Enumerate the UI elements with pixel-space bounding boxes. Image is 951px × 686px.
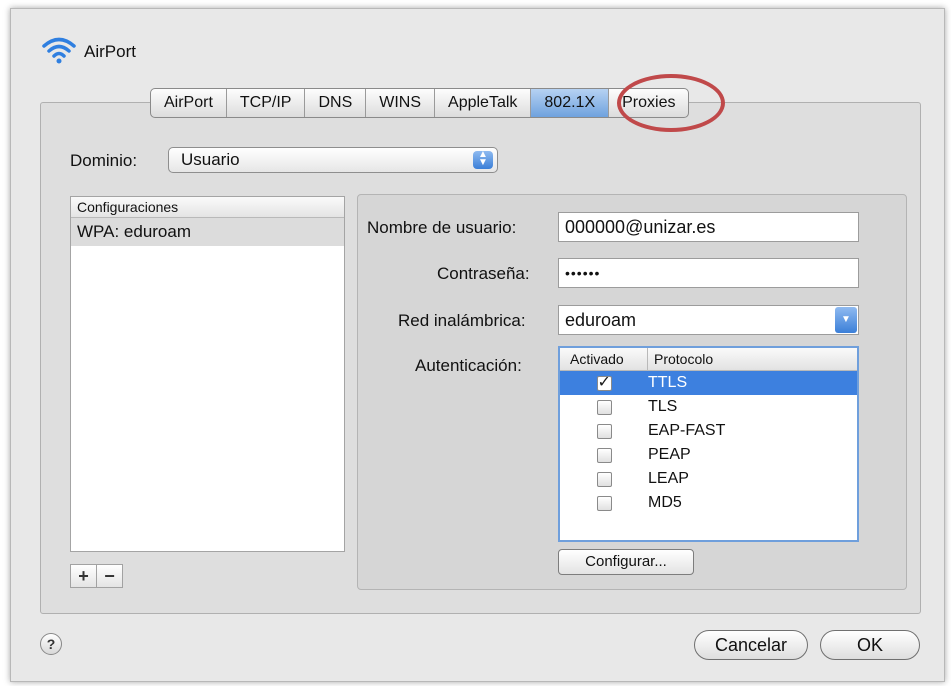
password-label: Contraseña:: [437, 264, 530, 283]
auth-label: Autenticación:: [415, 356, 522, 375]
tab-proxies[interactable]: Proxies: [609, 89, 688, 117]
auth-table-header: Activado Protocolo: [560, 348, 857, 371]
checkbox[interactable]: [596, 399, 612, 415]
checkbox[interactable]: [596, 423, 612, 439]
cancel-button[interactable]: Cancelar: [694, 630, 808, 660]
username-field[interactable]: 000000@unizar.es: [558, 212, 859, 242]
tab-wins[interactable]: WINS: [366, 89, 436, 117]
network-combo[interactable]: eduroam ▼: [558, 305, 859, 335]
checkbox-checked[interactable]: ✓: [596, 374, 612, 391]
remove-button[interactable]: −: [97, 565, 122, 587]
checkbox[interactable]: [596, 495, 612, 511]
window-title: AirPort: [84, 42, 136, 61]
protocol-name: PEAP: [648, 446, 691, 463]
updown-arrows-icon: ▲ ▼: [473, 150, 493, 169]
list-controls: + −: [70, 564, 123, 588]
tab-tcpip[interactable]: TCP/IP: [227, 89, 306, 117]
protocol-name: TTLS: [648, 374, 688, 391]
list-item[interactable]: WPA: eduroam: [71, 218, 344, 246]
tab-airport[interactable]: AirPort: [151, 89, 227, 117]
auth-protocol-table: Activado Protocolo ✓ TTLS TLS EAP-FAST P…: [558, 346, 859, 542]
protocol-name: EAP-FAST: [648, 422, 726, 439]
network-value: eduroam: [565, 310, 637, 330]
table-row[interactable]: MD5: [560, 491, 857, 515]
tab-appletalk[interactable]: AppleTalk: [435, 89, 532, 117]
checkbox[interactable]: [596, 447, 612, 463]
configure-button[interactable]: Configurar...: [558, 549, 694, 575]
password-field[interactable]: ••••••: [558, 258, 859, 288]
chevron-down-icon[interactable]: ▼: [835, 307, 857, 333]
configurations-list: Configuraciones WPA: eduroam: [70, 196, 345, 552]
table-row[interactable]: TLS: [560, 395, 857, 419]
table-row[interactable]: ✓ TTLS: [560, 371, 857, 395]
tab-8021x[interactable]: 802.1X: [531, 89, 610, 117]
protocol-name: TLS: [648, 398, 678, 415]
column-protocol[interactable]: Protocolo: [648, 348, 713, 370]
table-row[interactable]: LEAP: [560, 467, 857, 491]
domain-popup[interactable]: Usuario ▲ ▼: [168, 147, 498, 173]
tab-bar: AirPort TCP/IP DNS WINS AppleTalk 802.1X…: [150, 88, 690, 118]
tab-dns[interactable]: DNS: [305, 89, 367, 117]
add-button[interactable]: +: [71, 565, 97, 587]
domain-value: Usuario: [181, 150, 240, 169]
help-button[interactable]: ?: [40, 633, 62, 655]
protocol-name: LEAP: [648, 470, 689, 487]
network-label: Red inalámbrica:: [398, 311, 526, 330]
protocol-name: MD5: [648, 494, 682, 511]
ok-button[interactable]: OK: [820, 630, 920, 660]
username-label: Nombre de usuario:: [367, 218, 517, 237]
table-row[interactable]: EAP-FAST: [560, 419, 857, 443]
wifi-icon: [42, 37, 76, 64]
domain-label: Dominio:: [70, 151, 138, 170]
checkbox[interactable]: [596, 471, 612, 487]
table-row[interactable]: PEAP: [560, 443, 857, 467]
configurations-header: Configuraciones: [71, 197, 344, 218]
column-enabled[interactable]: Activado: [560, 348, 648, 370]
